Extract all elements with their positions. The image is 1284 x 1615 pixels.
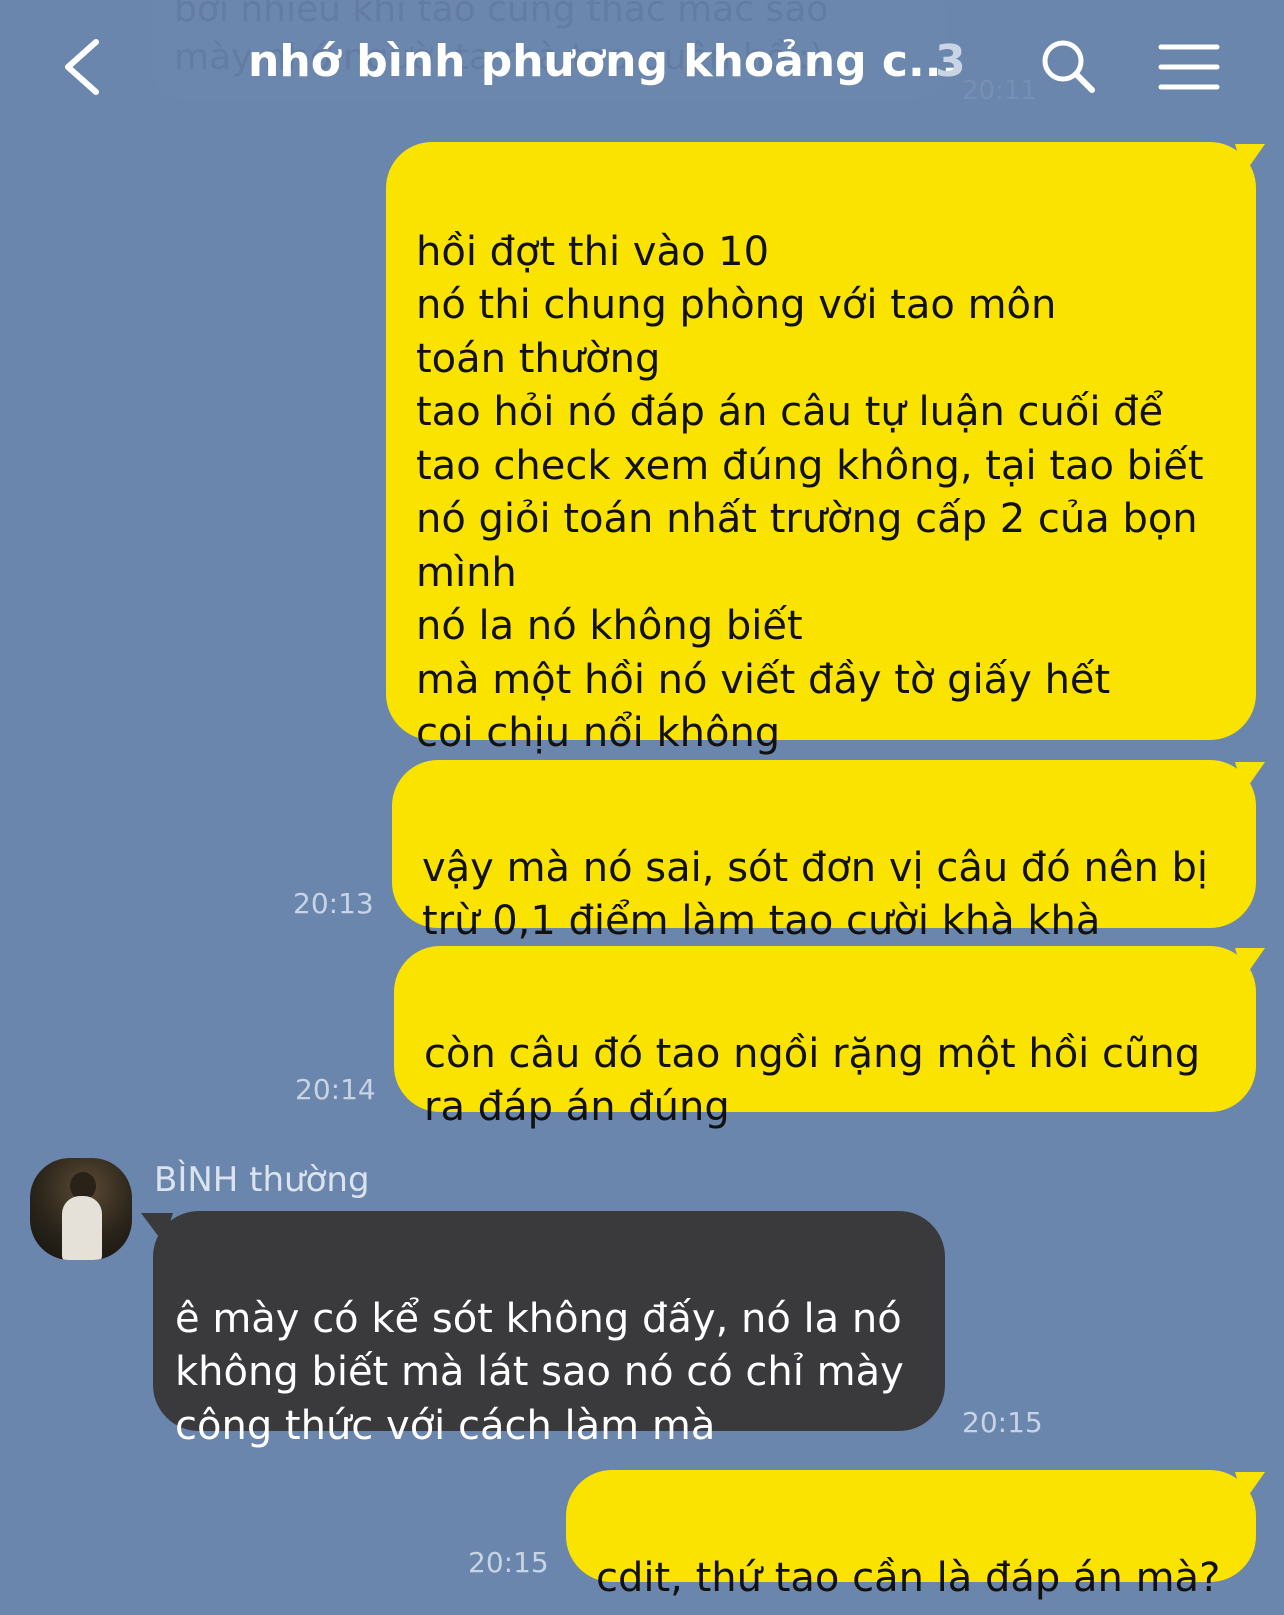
avatar[interactable] <box>30 1158 132 1260</box>
message-timestamp: 20:13 <box>293 887 374 920</box>
message-bubble-sent[interactable]: cdit, thứ tao cần là đáp án mà? <box>566 1470 1256 1601</box>
back-icon[interactable] <box>58 38 108 96</box>
message-bubble-sent[interactable]: hồi đợt thi vào 10 nó thi chung phòng vớ… <box>386 142 1256 756</box>
message-bubble-received[interactable]: ê mày có kể sót không đấy, nó la nó khôn… <box>153 1211 945 1449</box>
menu-icon[interactable] <box>1158 42 1220 92</box>
member-count: 3 <box>935 36 966 87</box>
avatar-body-shape <box>62 1196 102 1260</box>
message-bubble-sent[interactable]: vậy mà nó sai, sót đơn vị câu đó nên bị … <box>392 760 1256 944</box>
chat-header: nhớ bình phương khoảng c... 3 <box>0 0 1284 130</box>
message-text: hồi đợt thi vào 10 nó thi chung phòng vớ… <box>416 228 1204 757</box>
message-bubble-sent[interactable]: còn câu đó tao ngồi rặng một hồi cũng ra… <box>394 946 1256 1130</box>
message-text: còn câu đó tao ngồi rặng một hồi cũng ra… <box>424 1030 1201 1131</box>
message-text: cdit, thứ tao cần là đáp án mà? <box>596 1554 1221 1601</box>
chat-title[interactable]: nhớ bình phương khoảng c... <box>248 36 958 87</box>
sender-name: BÌNH thường <box>154 1160 370 1200</box>
message-text: vậy mà nó sai, sót đơn vị câu đó nên bị … <box>422 844 1209 945</box>
message-text: ê mày có kể sót không đấy, nó la nó khôn… <box>175 1295 904 1449</box>
message-timestamp: 20:15 <box>962 1406 1043 1439</box>
message-timestamp: 20:15 <box>468 1546 549 1579</box>
search-icon[interactable] <box>1040 38 1096 94</box>
message-timestamp: 20:14 <box>295 1073 376 1106</box>
